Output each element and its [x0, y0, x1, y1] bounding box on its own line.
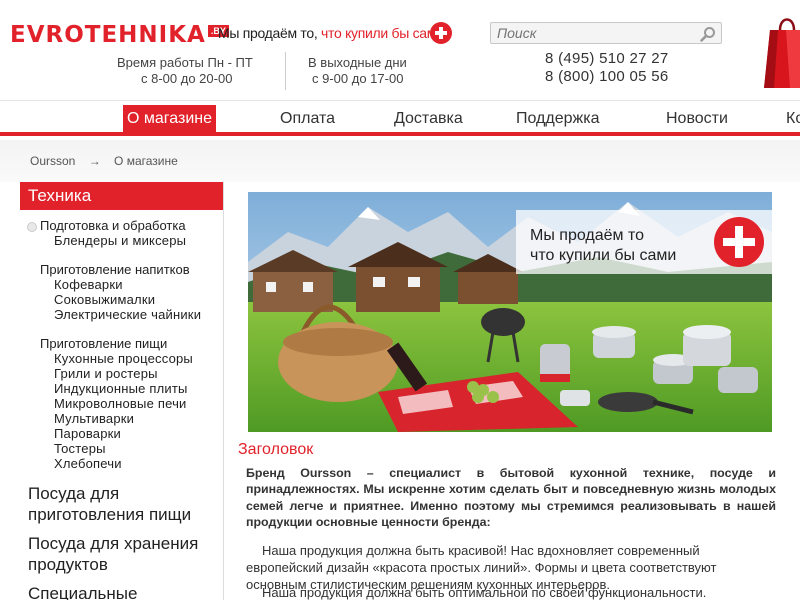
sidebar-item-storage[interactable]: Посуда для хранения продуктов: [20, 533, 223, 575]
sidebar-group: Приготовление напитков Кофеварки Соковыж…: [20, 262, 223, 322]
sidebar-item-cookware[interactable]: Посуда для приготовления пищи: [20, 483, 223, 525]
article-text-line: Наша продукция должна быть красивой! Нас…: [262, 543, 700, 558]
nav-item-news[interactable]: Новости: [662, 105, 732, 133]
sidebar-item[interactable]: Грили и ростеры: [20, 366, 223, 381]
nav-item-delivery[interactable]: Доставка: [390, 105, 467, 133]
breadcrumb-arrow: →: [88, 154, 101, 168]
slogan: Мы продаём то, что купили бы сами: [218, 25, 444, 41]
article-title: Заголовок: [238, 441, 314, 458]
weekday-hours: Время работы Пн - ПТ с 8-00 до 20-00: [117, 55, 253, 87]
sidebar-item[interactable]: Электрические чайники: [20, 307, 223, 322]
phone-2: 8 (800) 100 05 56: [545, 68, 669, 85]
banner-line1: Мы продаём то: [530, 227, 644, 244]
nav-item-about[interactable]: О магазине: [123, 105, 216, 133]
weekday-hours-time: с 8-00 до 20-00: [141, 71, 233, 86]
hours-divider: [285, 52, 286, 90]
logo-text: EVROTEHNIKA: [10, 22, 206, 48]
weekend-hours-time: с 9-00 до 17-00: [312, 71, 404, 86]
slogan-part1: Мы продаём то,: [218, 25, 322, 41]
weekend-hours-label: В выходные дни: [308, 55, 407, 70]
sidebar-item[interactable]: Индукционные плиты: [20, 381, 223, 396]
sidebar-group: Приготовление пищи Кухонные процессоры Г…: [20, 336, 223, 471]
search-box: [490, 22, 722, 44]
sidebar-item[interactable]: Микроволновые печи: [20, 396, 223, 411]
banner-line2: что купили бы сами: [530, 247, 676, 264]
sidebar-item[interactable]: Пароварки: [20, 426, 223, 441]
article-text-line: европейский дизайн «красота простых лини…: [246, 560, 717, 575]
sidebar-category[interactable]: Приготовление пищи: [20, 336, 223, 351]
sidebar-title[interactable]: Техника: [20, 182, 223, 210]
nav-item-support[interactable]: Поддержка: [512, 105, 603, 133]
weekday-hours-label: Время работы Пн - ПТ: [117, 55, 253, 70]
slogan-part2: что купили бы сами: [321, 25, 444, 41]
search-input[interactable]: [491, 23, 691, 43]
breadcrumb-current: О магазине: [114, 154, 178, 168]
article-lead: Бренд Oursson – специалист в бытовой кух…: [246, 466, 776, 530]
phones: 8 (495) 510 27 27 8 (800) 100 05 56: [545, 50, 669, 86]
sidebar-category[interactable]: Подготовка и обработка: [20, 218, 223, 233]
site-header: EVROTEHNIKA .BY Мы продаём то, что купил…: [0, 0, 800, 100]
swiss-flag-icon: [430, 22, 452, 44]
article-paragraph: Наша продукция должна быть оптимальной п…: [262, 584, 800, 600]
sidebar-group: Подготовка и обработка Блендеры и миксер…: [20, 218, 223, 248]
phone-1: 8 (495) 510 27 27: [545, 50, 669, 67]
breadcrumb-home[interactable]: Oursson: [30, 154, 75, 168]
sidebar-category[interactable]: Приготовление напитков: [20, 262, 223, 277]
sidebar-item[interactable]: Соковыжималки: [20, 292, 223, 307]
promo-banner[interactable]: Мы продаём то что купили бы сами: [248, 192, 772, 432]
weekend-hours: В выходные дни с 9-00 до 17-00: [308, 55, 407, 87]
sidebar-item[interactable]: Хлебопечи: [20, 456, 223, 471]
banner-image: Мы продаём то что купили бы сами: [248, 192, 772, 432]
sidebar-item[interactable]: Кофеварки: [20, 277, 223, 292]
shopping-bag-icon[interactable]: [758, 8, 800, 88]
logo[interactable]: EVROTEHNIKA .BY: [10, 22, 229, 48]
sidebar-item[interactable]: Мультиварки: [20, 411, 223, 426]
article-text-line: Наша продукция должна быть оптимальной п…: [262, 585, 707, 600]
sidebar-item[interactable]: Блендеры и миксеры: [20, 233, 223, 248]
catalog-sidebar: Техника Подготовка и обработка Блендеры …: [20, 182, 224, 600]
main-nav: О магазине Оплата Доставка Поддержка Нов…: [0, 100, 800, 136]
search-icon[interactable]: [699, 25, 717, 43]
nav-item-payment[interactable]: Оплата: [276, 105, 339, 133]
sidebar-item[interactable]: Тостеры: [20, 441, 223, 456]
sidebar-item-offers[interactable]: Специальные предложения: [20, 583, 223, 600]
breadcrumb: Oursson → О магазине: [0, 140, 800, 182]
nav-item-contacts[interactable]: Ко: [782, 105, 800, 133]
sidebar-item[interactable]: Кухонные процессоры: [20, 351, 223, 366]
